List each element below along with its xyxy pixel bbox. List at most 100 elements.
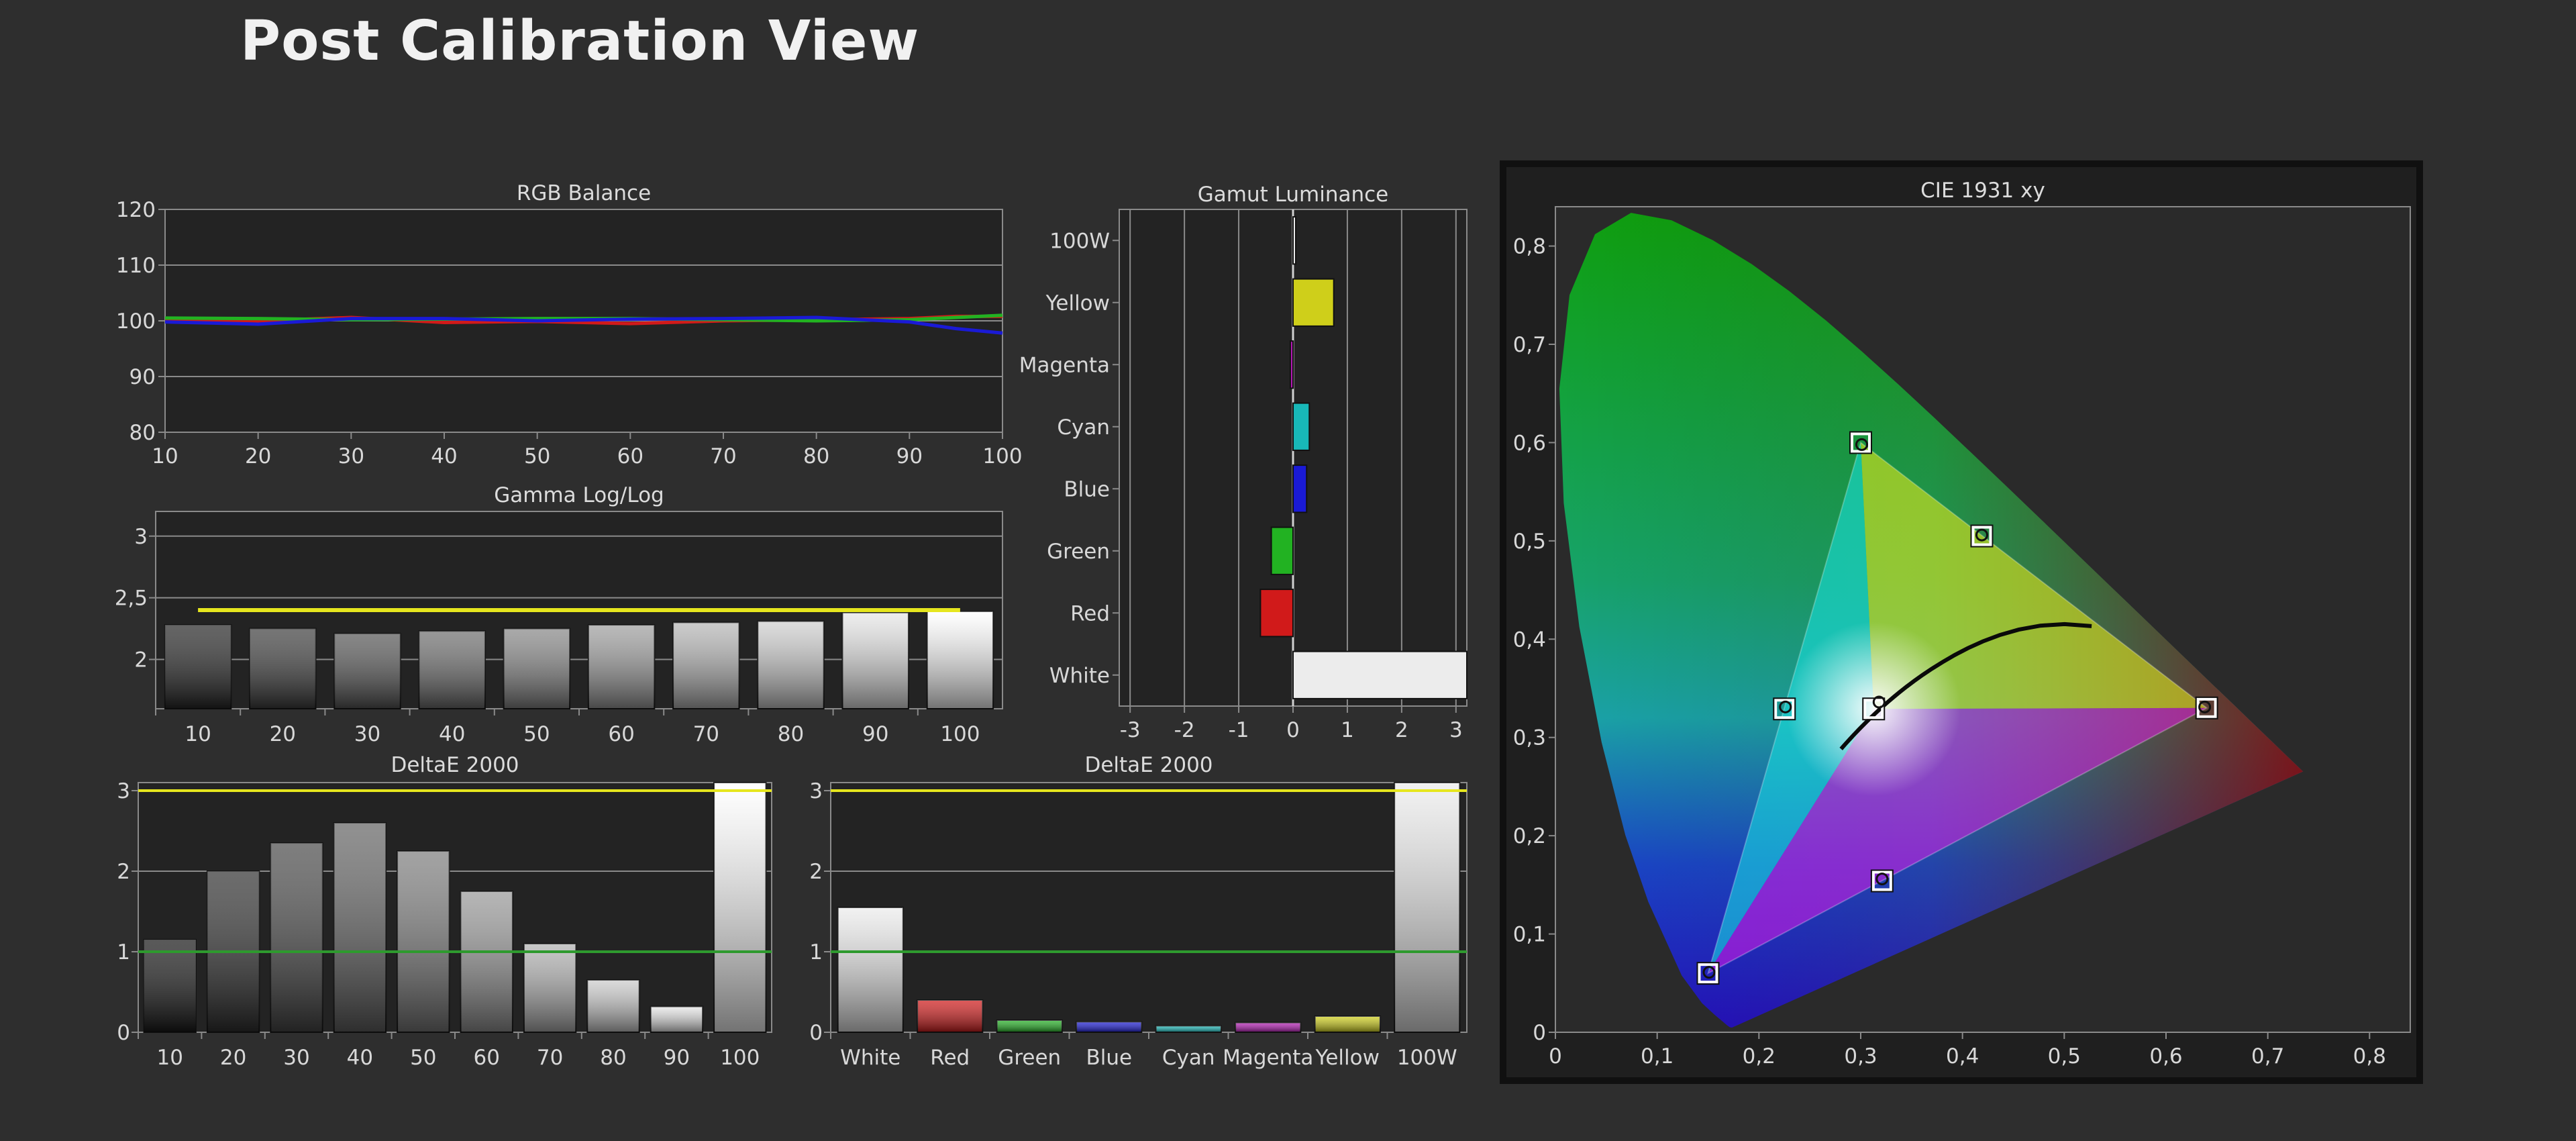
deltae-grayscale-x-tick-label: 30 [283,1046,309,1070]
deltae-grayscale-bar-shade [333,823,387,1032]
cie-title: CIE 1931 xy [1920,179,2045,203]
gamut-luminance-x-tick-label: 2 [1395,718,1408,742]
deltae-colors-bar-shade [1315,1016,1380,1032]
gamut-luminance-bar [1270,526,1294,575]
cie-y-tick-label: 0 [1533,1021,1546,1045]
cie-y-tick-label: 0,1 [1513,923,1546,947]
rgb-balance-x-tick-label: 30 [338,444,364,468]
deltae-colors-plot [830,782,1467,1033]
cie-x-tick-label: 0,7 [2251,1044,2284,1069]
deltae-grayscale-bar-shade [650,1006,703,1032]
deltae-grayscale-bar-shade [714,783,766,1032]
deltae-colors-bar-shade [1076,1022,1142,1032]
gamma-title: Gamma Log/Log [494,483,664,507]
deltae-colors-x-tick-label: Magenta [1223,1046,1313,1070]
charts-canvas: RGB Balance809010011012010 20 30 40 50 60 70 80… [115,160,2423,1084]
gamma-x-tick-label: 90 [862,722,888,746]
cie-white-glow [1786,622,1961,797]
deltae-colors-bar-shade [1155,1026,1221,1032]
gamma-bar-shade [334,633,401,709]
deltae-grayscale-y-tick-label: 0 [117,1021,130,1045]
deltae-colors-x-tick-label: Green [998,1046,1061,1070]
deltae-grayscale-x-tick-label: 70 [537,1046,563,1070]
gamma-bar-shade [842,612,909,709]
gamut-luminance-title: Gamut Luminance [1198,183,1388,207]
deltae-colors-x-tick-label: 100W [1397,1046,1457,1070]
rgb-balance-x-tick-label: 20 [245,444,271,468]
gamut-luminance-bar [1289,340,1294,389]
cie-y-tick-label: 0,8 [1513,235,1546,259]
gamut-luminance-x-tick-label: 1 [1341,718,1354,742]
gamut-luminance-y-tick-label: White [1049,664,1110,688]
rgb-balance-title: RGB Balance [517,181,651,205]
gamma-y-tick-label: 2,5 [115,587,148,611]
deltae-grayscale-bar-shade [460,891,513,1032]
gamma-bar-shade [927,611,994,709]
deltae-grayscale-bar-shade [270,843,323,1032]
gamut-luminance-bar [1292,402,1310,451]
deltae-grayscale-x-tick-label: 90 [664,1046,690,1070]
rgb-balance-x-tick-label: 60 [617,444,643,468]
gamut-luminance-y-tick-label: Magenta [1019,353,1110,377]
gamut-luminance-bar [1292,650,1467,699]
deltae-colors-bar-shade [837,907,903,1032]
gamma-y-tick-label: 2 [134,648,148,673]
deltae-grayscale-y-tick-label: 3 [117,779,130,803]
cie-x-tick-label: 0,4 [1946,1044,1979,1069]
gamut-luminance-bar [1259,589,1294,638]
rgb-balance-x-tick-label: 40 [431,444,457,468]
deltae-grayscale-x-tick-label: 20 [220,1046,246,1070]
gamma-bar-shade [164,625,231,709]
gamma-bar-shade [588,625,655,709]
gamut-luminance-y-tick-label: Green [1047,540,1110,564]
cie-x-tick-label: 0,6 [2149,1044,2182,1069]
gamma-x-tick-label: 40 [439,722,465,746]
gamut-luminance-y-tick-label: Red [1070,601,1110,626]
deltae-grayscale-x-tick-label: 80 [600,1046,626,1070]
gamut-luminance-x-tick-label: 3 [1449,718,1463,742]
gamut-luminance-bar [1292,278,1335,327]
gamut-luminance-x-tick-label: -2 [1174,718,1195,742]
rgb-balance-x-tick-label: 10 [152,444,178,468]
gamut-luminance-bar [1292,216,1296,265]
gamma-bar-shade [673,622,739,709]
cie-x-tick-label: 0,1 [1641,1044,1673,1069]
cie-y-tick-label: 0,4 [1513,628,1546,652]
deltae-grayscale-bar-shade [587,980,639,1032]
gamma-x-tick-label: 100 [940,722,980,746]
rgb-balance-x-tick-label: 50 [524,444,550,468]
cie-x-tick-label: 0 [1549,1044,1562,1069]
deltae-colors-y-tick-label: 2 [809,860,823,884]
gamma-bar-shade [250,628,316,709]
calibration-report: Post Calibration View RGB Balance 80 90 … [0,0,2576,1141]
cie-x-tick-label: 0,5 [2048,1044,2081,1069]
deltae-colors-bar-shade [1394,783,1460,1032]
gamma-x-tick-label: 50 [523,722,550,746]
deltae-grayscale-title: DeltaE 2000 [391,753,519,777]
rgb-balance-y-tick-label: 100 [116,309,156,334]
deltae-colors-bar-shade [1235,1022,1301,1032]
gamma-bar-shade [419,631,485,709]
deltae-grayscale-y-tick-label: 1 [117,940,130,964]
cie-y-tick-label: 0,6 [1513,431,1546,455]
gamma-x-tick-label: 70 [693,722,719,746]
gamut-luminance-y-tick-label: Cyan [1057,415,1110,440]
rgb-balance-y-tick-label: 80 [130,421,156,445]
rgb-balance-x-tick-label: 80 [803,444,829,468]
deltae-colors-x-tick-label: Blue [1086,1046,1132,1070]
cie-y-tick-label: 0,7 [1513,333,1546,357]
gamma-x-tick-label: 30 [354,722,380,746]
rgb-balance-y-tick-label: 120 [116,198,156,222]
deltae-grayscale-bar-shade [397,851,450,1032]
deltae-colors-y-tick-label: 1 [809,940,823,964]
cie-x-tick-label: 0,2 [1743,1044,1775,1069]
gamut-luminance-x-tick-label: -1 [1229,718,1249,742]
deltae-colors-y-tick-label: 3 [809,779,823,803]
deltae-colors-bar-shade [917,1000,983,1032]
deltae-colors-x-tick-label: Yellow [1315,1046,1380,1070]
deltae-colors-x-tick-label: Red [930,1046,970,1070]
gamma-y-tick-label: 3 [134,525,148,549]
gamut-luminance-x-tick-label: 0 [1286,718,1300,742]
gamma-x-tick-label: 60 [608,722,634,746]
gamma-x-tick-label: 10 [185,722,211,746]
